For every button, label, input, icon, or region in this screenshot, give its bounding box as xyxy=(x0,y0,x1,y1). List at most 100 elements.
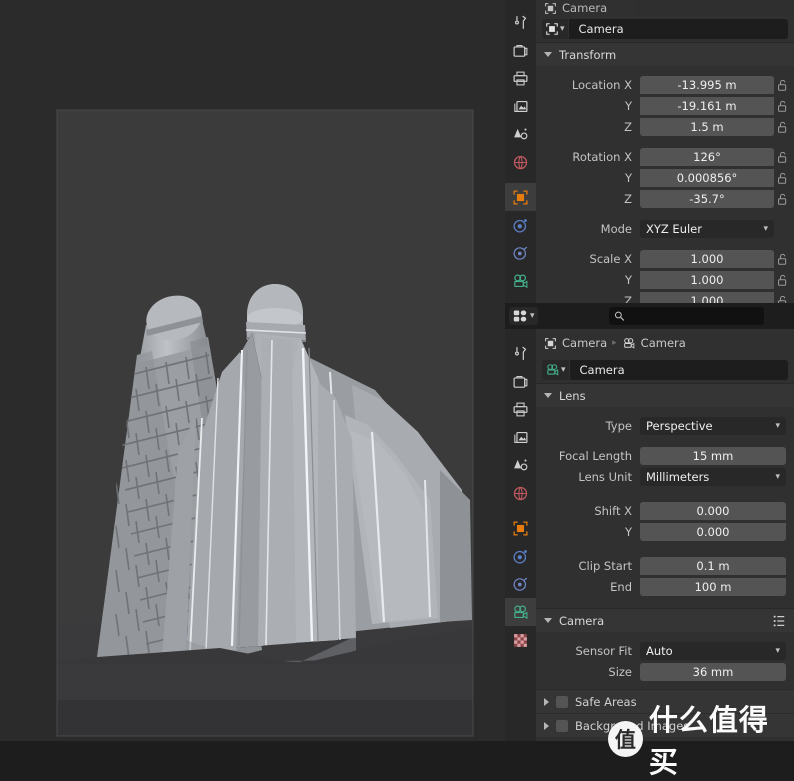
unlock-icon xyxy=(777,295,786,303)
lens-type-value: Perspective xyxy=(646,419,713,433)
safe-areas-checkbox[interactable] xyxy=(556,695,568,708)
breadcrumb-top-partial[interactable]: Camera xyxy=(536,0,794,16)
scale-y-lock-button[interactable] xyxy=(774,274,790,287)
section-transform[interactable]: Transform xyxy=(536,42,794,66)
location-x-lock-button[interactable] xyxy=(774,79,790,92)
chevron-down-icon: ▾ xyxy=(763,224,768,234)
rotation-y-lock-button[interactable] xyxy=(774,172,790,185)
rotation-z-label: Z xyxy=(624,192,632,206)
rotation-x-field[interactable]: 126° xyxy=(640,148,774,166)
lens-unit-label: Lens Unit xyxy=(578,470,632,484)
tool-icon xyxy=(515,346,527,360)
properties-editor-object: Camera ▾ Camera Transform Location X -13… xyxy=(505,0,794,316)
properties-tab-column-bottom[interactable] xyxy=(505,329,536,741)
properties-editor-camera-data: ▾ Camera ▸ Camera ▾ Camera Lens Type Per… xyxy=(505,303,794,741)
tab-scene[interactable] xyxy=(505,120,536,148)
tab-scene[interactable] xyxy=(505,451,536,479)
tab-object[interactable] xyxy=(505,183,536,211)
shift-x-field[interactable]: 0.000 xyxy=(640,502,786,520)
tab-output[interactable] xyxy=(505,64,536,92)
lens-unit-dropdown[interactable]: Millimeters ▾ xyxy=(640,468,786,486)
tab-render[interactable] xyxy=(505,36,536,64)
object-id-block[interactable]: ▾ Camera xyxy=(542,18,788,40)
tab-modifiers[interactable] xyxy=(505,211,536,239)
unlock-icon xyxy=(777,274,786,286)
camera-data-name-field[interactable]: Camera xyxy=(569,360,788,380)
lens-type-row: Type Perspective ▾ xyxy=(536,416,794,436)
search-input[interactable] xyxy=(628,309,759,323)
scale-z-field[interactable]: 1.000 xyxy=(640,292,774,303)
editor-type-button[interactable]: ▾ xyxy=(509,307,538,325)
camera-presets-menu-button[interactable] xyxy=(772,614,786,628)
rotation-z-field[interactable]: -35.7° xyxy=(640,190,774,208)
section-camera[interactable]: Camera xyxy=(536,608,794,632)
tab-physics[interactable] xyxy=(505,570,536,598)
tab-object[interactable] xyxy=(505,514,536,542)
tab-tool[interactable] xyxy=(505,8,536,36)
rotation-mode-dropdown[interactable]: XYZ Euler ▾ xyxy=(640,220,774,238)
shift-y-field[interactable]: 0.000 xyxy=(640,523,786,541)
sensor-size-field[interactable]: 36 mm xyxy=(640,663,786,681)
rotation-y-field[interactable]: 0.000856° xyxy=(640,169,774,187)
properties-search-box[interactable] xyxy=(608,307,764,325)
physics-icon xyxy=(513,246,528,260)
rotation-y-label: Y xyxy=(624,171,632,185)
clip-start-field[interactable]: 0.1 m xyxy=(640,557,786,575)
scale-y-field[interactable]: 1.000 xyxy=(640,271,774,289)
location-y-lock-button[interactable] xyxy=(774,100,790,113)
breadcrumb[interactable]: Camera ▸ Camera xyxy=(536,329,794,357)
location-x-field[interactable]: -13.995 m xyxy=(640,76,774,94)
lens-type-dropdown[interactable]: Perspective ▾ xyxy=(640,417,786,435)
scale-x-field[interactable]: 1.000 xyxy=(640,250,774,268)
tab-tool[interactable] xyxy=(505,339,536,367)
rotation-z-lock-button[interactable] xyxy=(774,193,790,206)
rotation-x-lock-button[interactable] xyxy=(774,151,790,164)
tab-world[interactable] xyxy=(505,479,536,507)
sensor-fit-row: Sensor Fit Auto ▾ xyxy=(536,641,794,661)
location-z-lock-button[interactable] xyxy=(774,121,790,134)
tab-world[interactable] xyxy=(505,148,536,176)
object-id-icon-button[interactable]: ▾ xyxy=(542,19,568,39)
background-images-checkbox[interactable] xyxy=(556,719,568,732)
camera-data-id-icon-button[interactable]: ▾ xyxy=(542,360,569,380)
sensor-fit-dropdown[interactable]: Auto ▾ xyxy=(640,642,786,660)
scale-x-row: Scale X 1.000 xyxy=(536,249,794,269)
tab-physics[interactable] xyxy=(505,239,536,267)
object-icon xyxy=(513,520,528,536)
tab-material[interactable] xyxy=(505,626,536,654)
tab-modifiers[interactable] xyxy=(505,542,536,570)
object-name-field[interactable]: Camera xyxy=(568,19,788,39)
scale-x-lock-button[interactable] xyxy=(774,253,790,266)
rotation-x-row: Rotation X 126° xyxy=(536,147,794,167)
disclosure-triangle-icon xyxy=(544,697,549,706)
rotation-group: Rotation X 126° Y 0.000856° Z -35.7° xyxy=(536,147,794,209)
tab-object-data[interactable] xyxy=(505,267,536,295)
section-background-images[interactable]: Background Images xyxy=(536,713,794,737)
section-lens[interactable]: Lens xyxy=(536,383,794,407)
section-transform-label: Transform xyxy=(559,47,617,62)
clip-start-label: Clip Start xyxy=(578,559,632,573)
location-y-field[interactable]: -19.161 m xyxy=(640,97,774,115)
scale-group: Scale X 1.000 Y 1.000 Z 1.000 xyxy=(536,249,794,303)
tab-view-layer[interactable] xyxy=(505,92,536,120)
clip-end-field[interactable]: 100 m xyxy=(640,578,786,596)
focal-length-field[interactable]: 15 mm xyxy=(640,447,786,465)
safe-areas-label: Safe Areas xyxy=(575,694,637,709)
tab-view-layer[interactable] xyxy=(505,423,536,451)
section-safe-areas[interactable]: Safe Areas xyxy=(536,689,794,713)
sensor-size-label: Size xyxy=(608,665,632,679)
tab-render[interactable] xyxy=(505,367,536,395)
scale-z-lock-button[interactable] xyxy=(774,295,790,303)
camera-data-id-block[interactable]: ▾ Camera xyxy=(542,359,788,381)
tab-object-data[interactable] xyxy=(505,598,536,626)
disclosure-triangle-icon xyxy=(544,393,552,398)
section-camera-label: Camera xyxy=(559,613,605,628)
3d-viewport[interactable] xyxy=(0,0,505,741)
tab-output[interactable] xyxy=(505,395,536,423)
properties-tab-column-top[interactable] xyxy=(505,0,536,316)
location-z-field[interactable]: 1.5 m xyxy=(640,118,774,136)
